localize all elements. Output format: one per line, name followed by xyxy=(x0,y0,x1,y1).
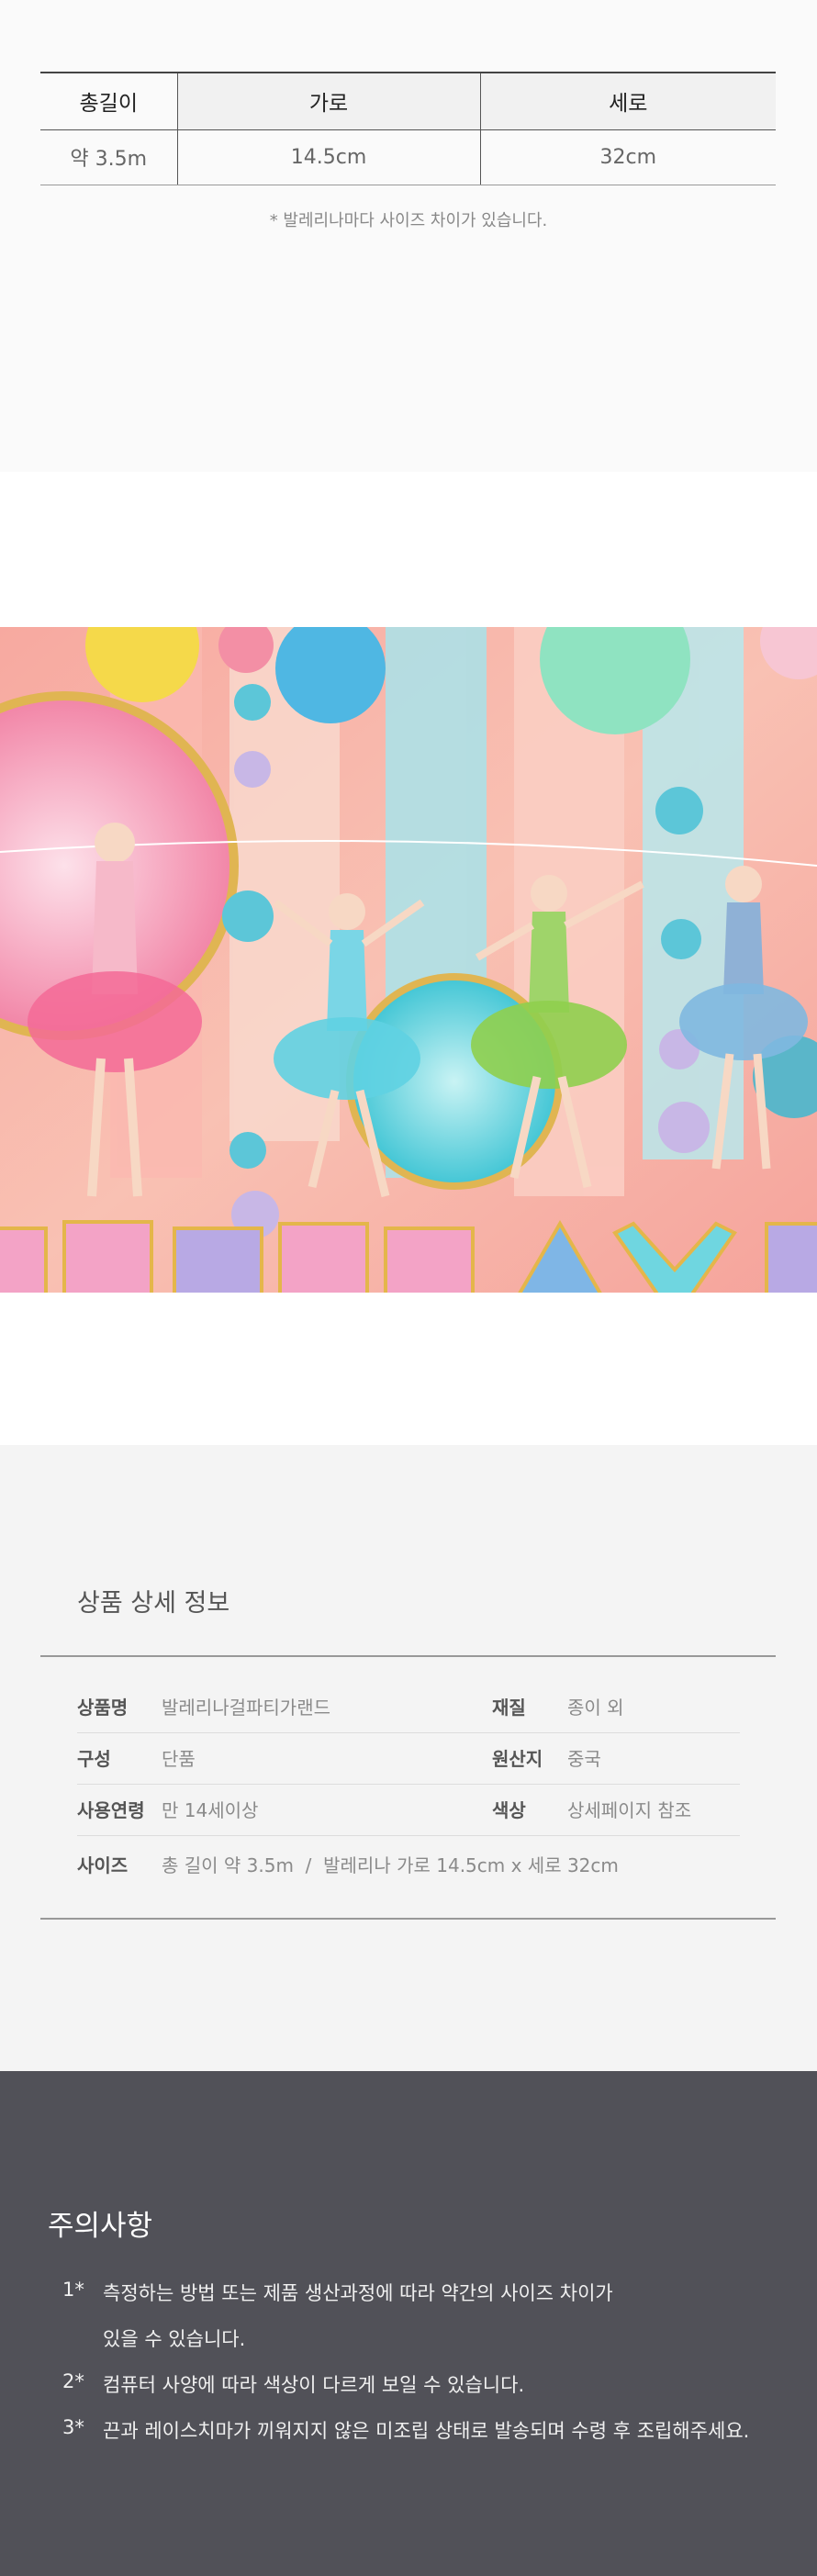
size-section: 총길이 가로 세로 약 3.5m 14.5cm 32cm * 발레리나마다 사이… xyxy=(0,0,817,472)
table-row: 구성 단품 원산지 중국 xyxy=(77,1733,740,1785)
product-photo xyxy=(0,627,817,1293)
product-info-table: 상품명 발레리나걸파티가랜드 재질 종이 외 구성 단품 원산지 중국 사용연령… xyxy=(40,1655,776,1920)
table-row: 사이즈 총 길이 약 3.5m / 발레리나 가로 14.5cm x 세로 32… xyxy=(77,1840,740,1891)
size-header-width: 가로 xyxy=(176,72,480,130)
caution-section: 주의사항 1* 측정하는 방법 또는 제품 생산과정에 따라 약간의 사이즈 차… xyxy=(0,2071,817,2576)
size-note: * 발레리나마다 사이즈 차이가 있습니다. xyxy=(269,211,548,230)
size-header-height: 세로 xyxy=(479,72,776,130)
size-table-header-row: 총길이 가로 세로 xyxy=(40,72,776,130)
size-cell-width: 14.5cm xyxy=(176,129,480,185)
caution-item-2: 컴퓨터 사양에 따라 색상이 다르게 보일 수 있습니다. xyxy=(103,2374,525,2396)
size-cell-length: 약 3.5m xyxy=(40,129,177,185)
value-origin: 중국 xyxy=(567,1748,601,1770)
caution-number-3: 3* xyxy=(62,2416,84,2438)
caution-item-1-line2: 있을 수 있습니다. xyxy=(103,2328,246,2350)
label-material: 재질 xyxy=(492,1697,526,1719)
size-table: 총길이 가로 세로 약 3.5m 14.5cm 32cm xyxy=(40,72,776,185)
table-row: 약 3.5m 14.5cm 32cm xyxy=(40,129,776,185)
caution-number-2: 2* xyxy=(62,2370,84,2392)
table-row: 사용연령 만 14세이상 색상 상세페이지 참조 xyxy=(77,1785,740,1836)
value-composition: 단품 xyxy=(162,1748,196,1770)
value-material: 종이 외 xyxy=(567,1697,624,1719)
caution-title: 주의사항 xyxy=(48,2210,153,2243)
size-header-length: 총길이 xyxy=(40,72,177,130)
label-size: 사이즈 xyxy=(77,1854,129,1876)
table-row: 상품명 발레리나걸파티가랜드 재질 종이 외 xyxy=(77,1682,740,1733)
value-size: 총 길이 약 3.5m / 발레리나 가로 14.5cm x 세로 32cm xyxy=(162,1854,619,1876)
product-info-title: 상품 상세 정보 xyxy=(77,1589,230,1618)
label-product-name: 상품명 xyxy=(77,1697,129,1719)
label-age: 사용연령 xyxy=(77,1799,145,1821)
product-info-section: 상품 상세 정보 상품명 발레리나걸파티가랜드 재질 종이 외 구성 단품 원산… xyxy=(0,1445,817,2071)
caution-item-3: 끈과 레이스치마가 끼워지지 않은 미조립 상태로 발송되며 수령 후 조립해주… xyxy=(103,2420,750,2442)
label-origin: 원산지 xyxy=(492,1748,543,1770)
size-cell-height: 32cm xyxy=(479,129,776,185)
value-age: 만 14세이상 xyxy=(162,1799,259,1821)
label-composition: 구성 xyxy=(77,1748,111,1770)
ballerina-garland-illustration xyxy=(0,627,817,1293)
label-color: 색상 xyxy=(492,1799,526,1821)
caution-item-1-line1: 측정하는 방법 또는 제품 생산과정에 따라 약간의 사이즈 차이가 xyxy=(103,2282,613,2304)
value-color: 상세페이지 참조 xyxy=(567,1799,692,1821)
value-product-name: 발레리나걸파티가랜드 xyxy=(162,1697,330,1719)
caution-number-1: 1* xyxy=(62,2279,84,2301)
